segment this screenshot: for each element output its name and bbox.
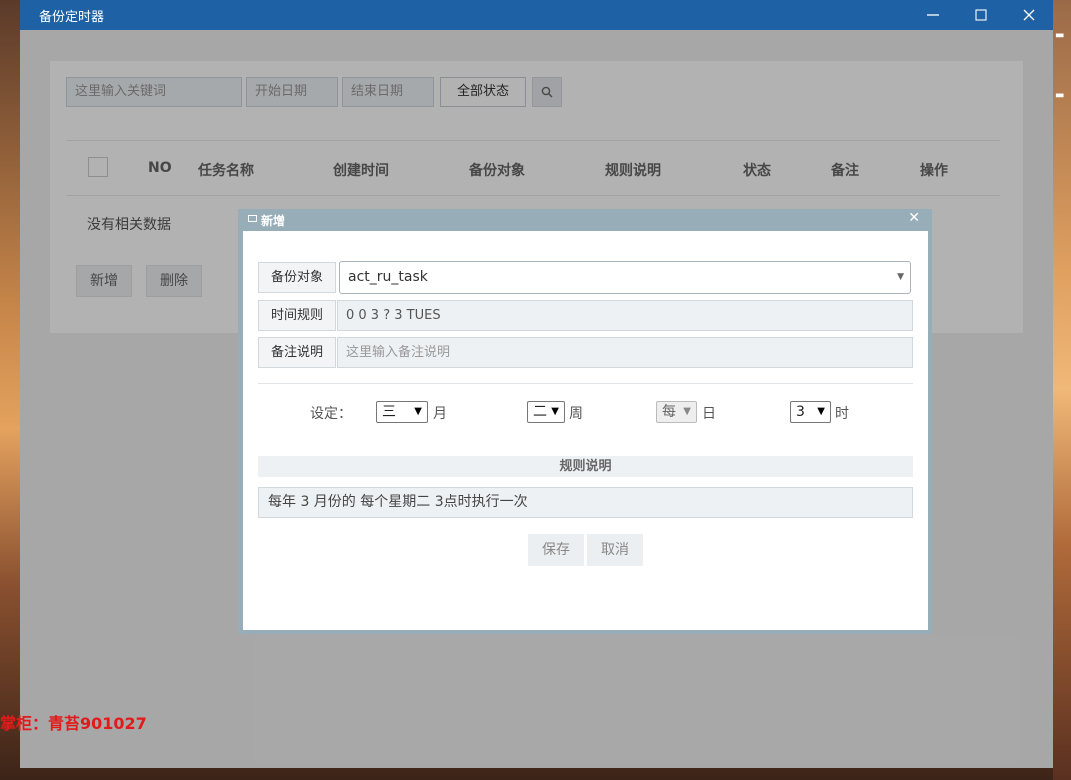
settings-label: 设定： bbox=[310, 406, 352, 422]
remark-input[interactable]: 这里输入备注说明 bbox=[337, 337, 913, 368]
dialog-title: 新增 bbox=[261, 214, 286, 228]
dropdown-arrow-icon: ▼ bbox=[817, 406, 825, 417]
watermark-text: 掌柜：青苔901027 bbox=[0, 714, 147, 733]
day-select-value: 每 bbox=[662, 404, 676, 420]
backup-target-select[interactable]: act_ru_task ▼ bbox=[339, 261, 911, 294]
close-window-button[interactable] bbox=[1014, 3, 1044, 27]
window-title: 备份定时器 bbox=[39, 10, 105, 25]
remark-label: 备注说明 bbox=[258, 337, 336, 368]
minimize-button[interactable] bbox=[918, 3, 948, 27]
chevron-down-icon: ▼ bbox=[897, 272, 904, 282]
rule-description: 每年 3 月份的 每个星期二 3点时执行一次 bbox=[258, 487, 913, 518]
cancel-button[interactable]: 取消 bbox=[587, 534, 643, 566]
desktop-icon: ▬ bbox=[1055, 90, 1065, 101]
month-unit: 月 bbox=[433, 406, 447, 422]
time-rule-row: 时间规则 0 0 3 ? 3 TUES bbox=[258, 300, 913, 331]
dialog-header: 新增 ✕ bbox=[238, 209, 932, 231]
divider bbox=[258, 383, 913, 384]
dropdown-arrow-icon: ▼ bbox=[414, 406, 422, 417]
dropdown-arrow-icon: ▼ bbox=[551, 406, 559, 417]
save-button[interactable]: 保存 bbox=[528, 534, 584, 566]
day-unit: 日 bbox=[702, 406, 716, 422]
time-rule-field[interactable]: 0 0 3 ? 3 TUES bbox=[337, 300, 913, 331]
week-select[interactable]: 二 ▼ bbox=[527, 401, 565, 423]
hour-select-value: 3 bbox=[796, 404, 805, 420]
maximize-button[interactable] bbox=[966, 3, 996, 27]
backup-target-label: 备份对象 bbox=[258, 262, 336, 293]
day-select[interactable]: 每 ▼ bbox=[656, 401, 697, 423]
month-select-value: 三 bbox=[382, 404, 396, 420]
desktop-icon: ▬ bbox=[1055, 30, 1065, 41]
window-icon bbox=[248, 215, 257, 222]
backup-target-row: 备份对象 act_ru_task ▼ bbox=[258, 261, 913, 294]
dropdown-arrow-icon: ▼ bbox=[683, 406, 691, 417]
hour-unit: 时 bbox=[835, 406, 849, 422]
title-bar: 备份定时器 bbox=[20, 0, 1053, 30]
week-select-value: 二 bbox=[533, 404, 547, 420]
maximize-icon bbox=[975, 9, 987, 21]
time-rule-label: 时间规则 bbox=[258, 300, 336, 331]
month-select[interactable]: 三 ▼ bbox=[376, 401, 428, 423]
desktop-background-strip: ▬ ▬ bbox=[1053, 0, 1071, 780]
dialog-body: 备份对象 act_ru_task ▼ 时间规则 0 0 3 ? 3 TUES 备… bbox=[243, 231, 928, 630]
close-icon bbox=[1023, 9, 1035, 21]
minimize-icon bbox=[927, 14, 939, 16]
add-dialog: 新增 ✕ 备份对象 act_ru_task ▼ 时间规则 0 0 3 ? 3 T… bbox=[238, 209, 932, 634]
hour-select[interactable]: 3 ▼ bbox=[790, 401, 831, 423]
backup-target-value: act_ru_task bbox=[348, 269, 428, 285]
dialog-close-icon[interactable]: ✕ bbox=[908, 210, 920, 226]
week-unit: 周 bbox=[569, 406, 583, 422]
remark-row: 备注说明 这里输入备注说明 bbox=[258, 337, 913, 368]
rule-section-header: 规则说明 bbox=[258, 456, 913, 477]
